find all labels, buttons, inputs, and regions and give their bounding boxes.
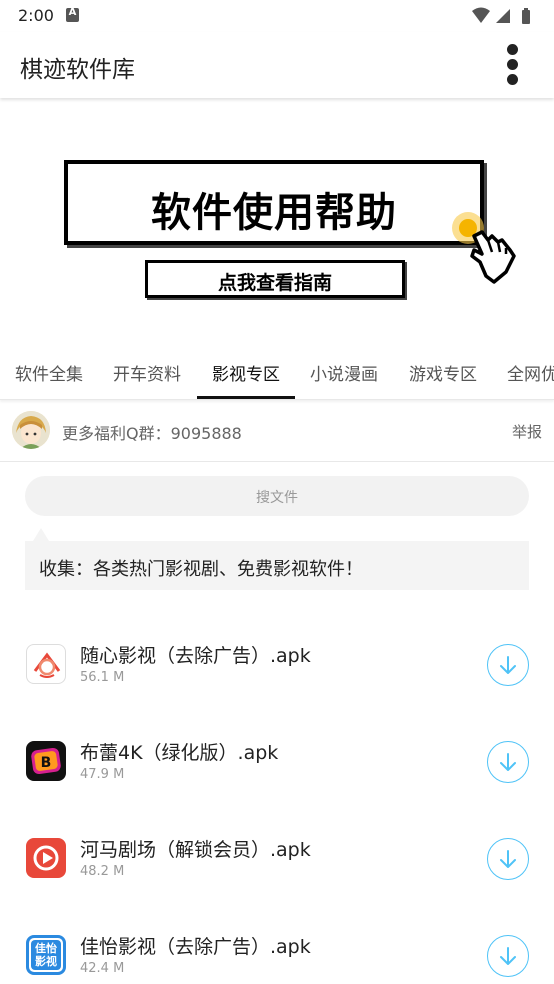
notice-bar: 更多福利Q群：9095888 举报	[0, 400, 554, 462]
more-dot-icon	[507, 74, 518, 85]
file-size: 56.1 M	[80, 670, 125, 685]
description-tail	[33, 528, 49, 541]
file-size: 42.4 M	[80, 961, 125, 976]
jiayi-app-icon: 佳怡影视	[26, 935, 66, 975]
download-button[interactable]	[487, 838, 529, 880]
file-size: 47.9 M	[80, 767, 125, 782]
tab-driving-data[interactable]: 开车资料	[113, 360, 181, 385]
file-item[interactable]: 河马剧场（解锁会员）.apk 48.2 M	[0, 804, 554, 900]
download-button[interactable]	[487, 644, 529, 686]
battery-icon	[522, 8, 530, 24]
hand-cursor-icon	[448, 206, 528, 286]
app-title: 棋迹软件库	[20, 57, 135, 83]
banner-main-text: 软件使用帮助	[151, 190, 397, 236]
search-placeholder: 搜文件	[256, 490, 298, 506]
hema-app-icon	[26, 838, 66, 878]
bulei-app-icon: B	[26, 741, 66, 781]
file-item[interactable]: 佳怡影视 佳怡影视（去除广告）.apk 42.4 M	[0, 901, 554, 984]
notice-text: 更多福利Q群：9095888	[62, 424, 242, 443]
wifi-icon	[472, 7, 490, 23]
signal-icon	[496, 9, 510, 23]
tab-games[interactable]: 游戏专区	[409, 360, 477, 385]
notification-a-icon	[66, 7, 79, 22]
status-bar: 2:00	[0, 0, 554, 32]
more-options-button[interactable]	[502, 44, 524, 86]
report-link[interactable]: 举报	[512, 421, 542, 442]
description-box: 收集：各类热门影视剧、免费影视软件！	[25, 541, 529, 590]
category-tabs: 软件全集 开车资料 影视专区 小说漫画 游戏专区 全网优	[0, 338, 554, 400]
tab-video[interactable]: 影视专区	[212, 360, 280, 385]
file-item[interactable]: 随心影视（去除广告）.apk 56.1 M	[0, 610, 554, 706]
tab-indicator	[197, 396, 295, 399]
download-arrow-icon	[500, 656, 516, 674]
more-dot-icon	[507, 44, 518, 55]
app-bar: 棋迹软件库	[0, 32, 554, 98]
file-item[interactable]: B 布蕾4K（绿化版）.apk 47.9 M	[0, 707, 554, 803]
download-arrow-icon	[500, 850, 516, 868]
download-arrow-icon	[500, 947, 516, 965]
jiayi-icon-text: 佳怡影视	[35, 942, 57, 968]
description-text: 收集：各类热门影视剧、免费影视软件！	[39, 559, 363, 580]
file-name: 佳怡影视（去除广告）.apk	[80, 936, 311, 958]
banner-sub-text: 点我查看指南	[217, 272, 332, 294]
download-button[interactable]	[487, 741, 529, 783]
download-button[interactable]	[487, 935, 529, 977]
status-icons	[470, 6, 540, 24]
suixin-app-icon	[26, 644, 66, 684]
file-name: 河马剧场（解锁会员）.apk	[80, 839, 311, 861]
help-banner[interactable]: 软件使用帮助 点我查看指南	[0, 98, 554, 338]
more-dot-icon	[507, 59, 518, 70]
download-arrow-icon	[500, 753, 516, 771]
tab-all-web[interactable]: 全网优	[507, 360, 554, 385]
file-name: 布蕾4K（绿化版）.apk	[80, 742, 279, 764]
avatar[interactable]	[12, 411, 50, 449]
banner-guide-button[interactable]: 点我查看指南	[145, 260, 405, 298]
file-name: 随心影视（去除广告）.apk	[80, 645, 311, 667]
tab-software-all[interactable]: 软件全集	[15, 360, 83, 385]
banner-main-box: 软件使用帮助	[64, 160, 484, 245]
status-time: 2:00	[18, 6, 54, 25]
tab-novel-comic[interactable]: 小说漫画	[310, 360, 378, 385]
svg-text:B: B	[41, 755, 52, 771]
search-input[interactable]: 搜文件	[25, 476, 529, 516]
file-size: 48.2 M	[80, 864, 125, 879]
